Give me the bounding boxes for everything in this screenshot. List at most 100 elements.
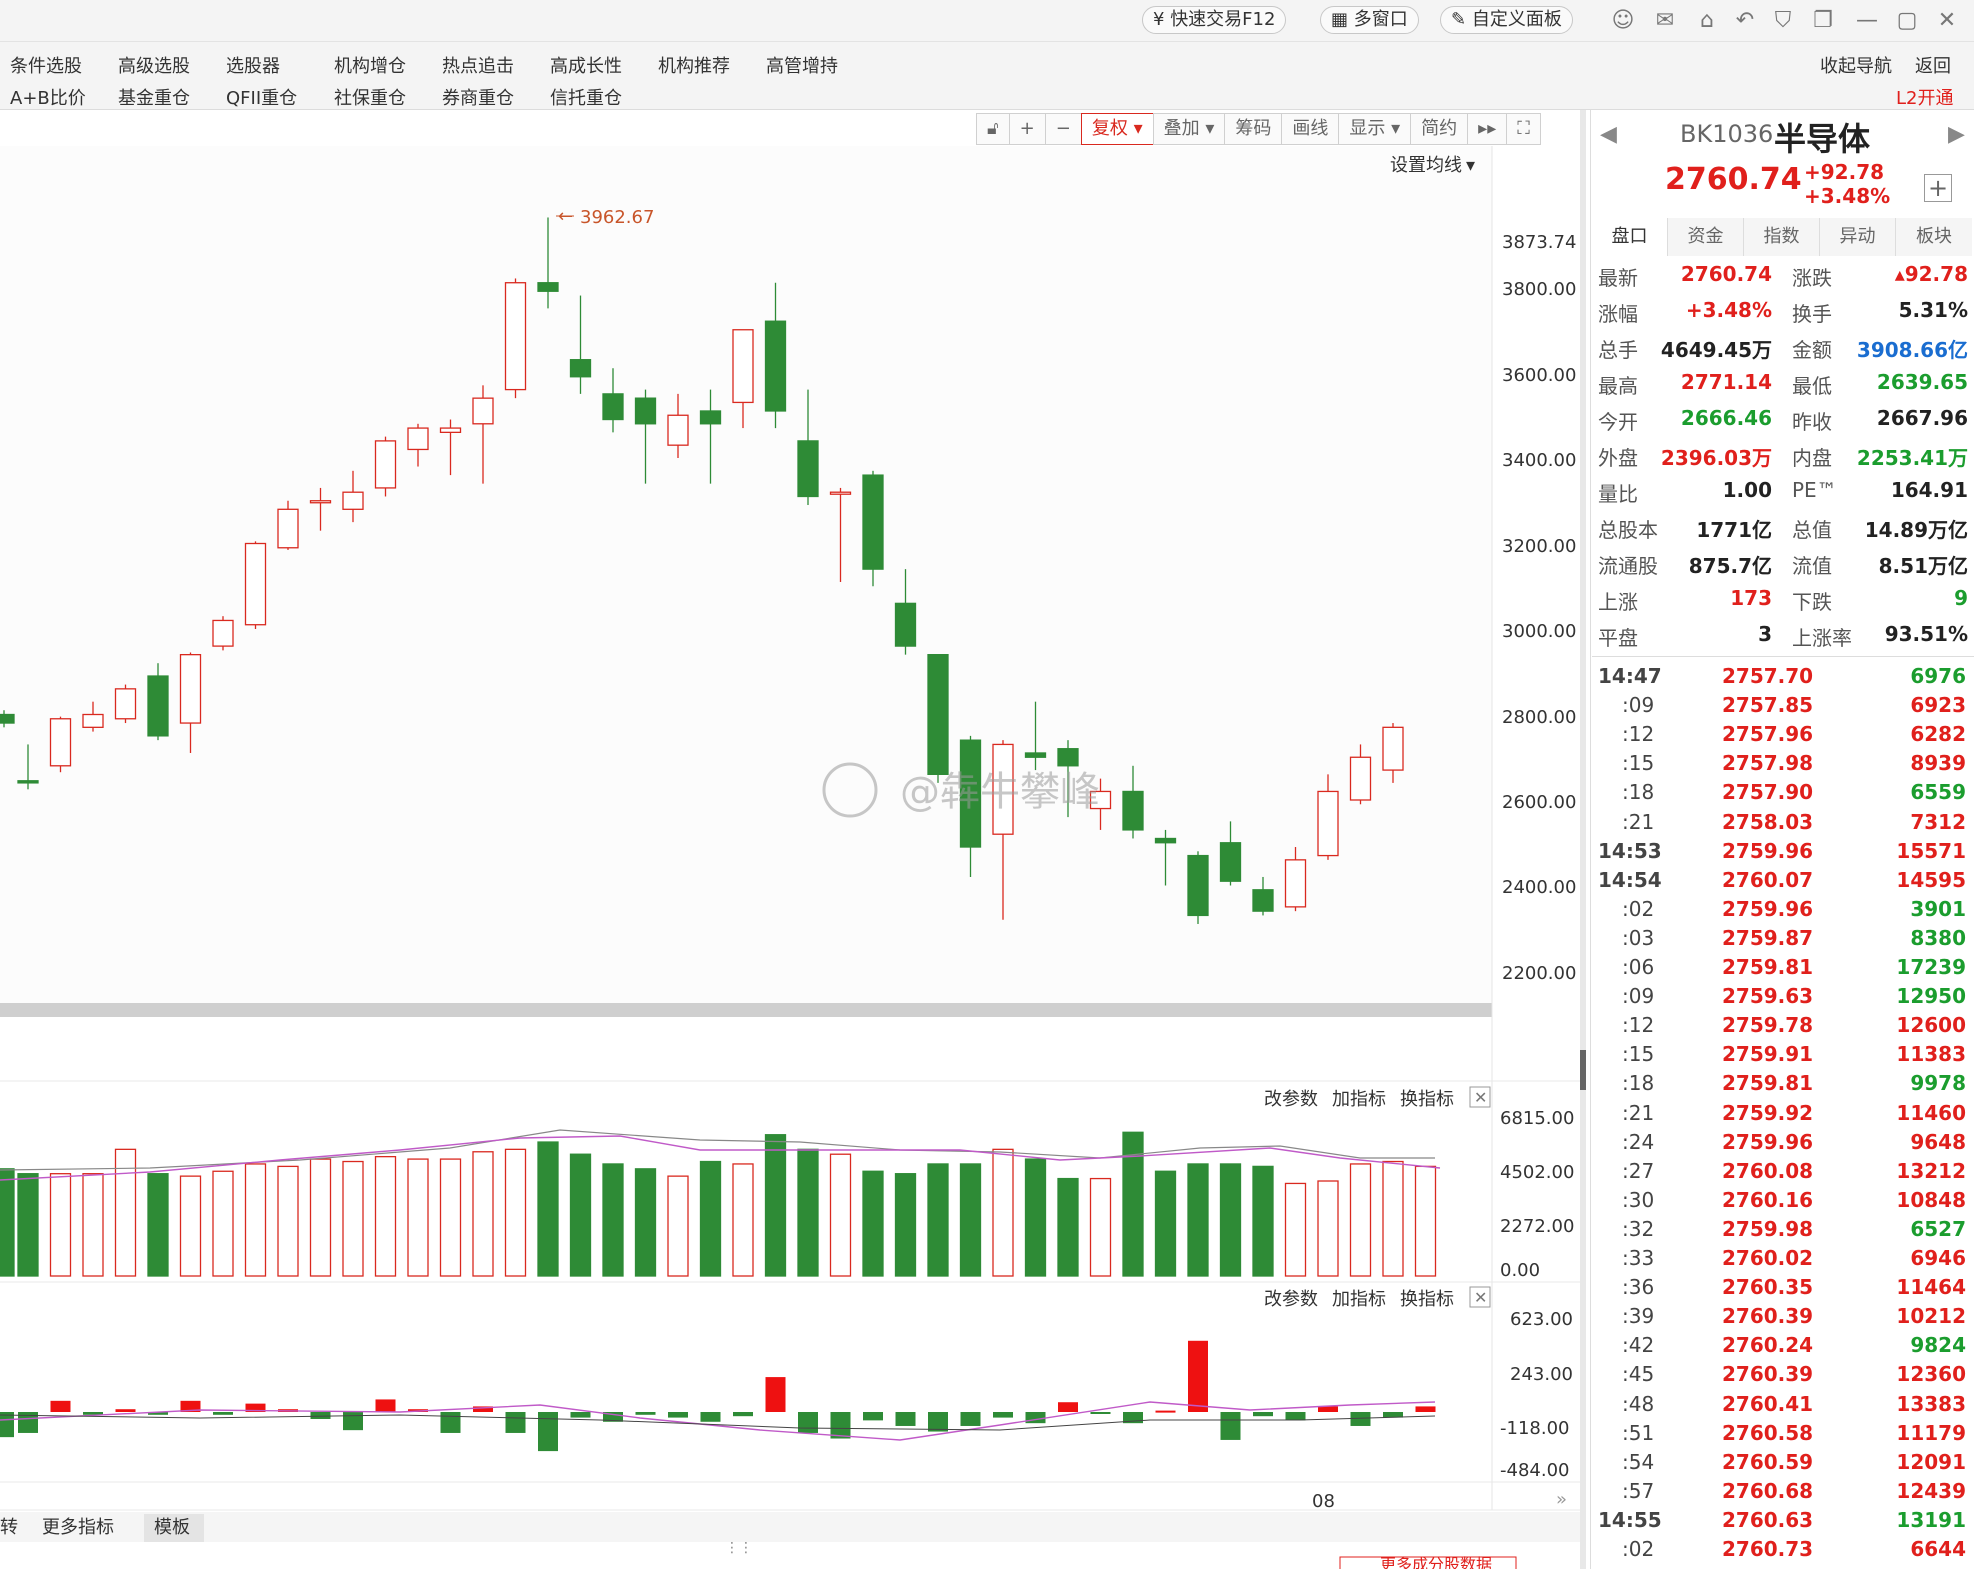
shirt-icon[interactable]: ⛉ bbox=[1768, 6, 1798, 36]
menu-item[interactable]: 信托重仓 bbox=[550, 84, 622, 110]
zoom-out-icon[interactable]: − bbox=[1044, 113, 1082, 145]
quote-row: 平盘 3 上涨率 93.51% bbox=[1598, 622, 1968, 658]
menu-item[interactable]: 高成长性 bbox=[550, 52, 622, 78]
candle bbox=[959, 735, 982, 877]
volume-bar bbox=[472, 1151, 494, 1277]
tab-index[interactable]: 指数 bbox=[1744, 218, 1820, 256]
menu-item[interactable]: 高级选股 bbox=[118, 52, 190, 78]
quote-row: 涨幅 +3.48% 换手 5.31% bbox=[1598, 298, 1968, 334]
tick-price: 2760.02 bbox=[1722, 1246, 1814, 1270]
ind-tick: 243.00 bbox=[1510, 1364, 1573, 1385]
maximize-icon[interactable]: ▢ bbox=[1892, 6, 1922, 36]
tick-time: :36 bbox=[1622, 1275, 1655, 1300]
home-icon[interactable]: ⌂ bbox=[1692, 6, 1722, 36]
ind-add-indicator[interactable]: 加指标 bbox=[1332, 1289, 1386, 1310]
volume-bar bbox=[894, 1173, 917, 1277]
collapse-arrow-icon[interactable] bbox=[1580, 1050, 1586, 1090]
fast-forward-icon[interactable]: ▸▸ bbox=[1467, 113, 1508, 145]
tab-funds[interactable]: 资金 bbox=[1668, 218, 1744, 256]
multi-window-button[interactable]: ▦ 多窗口 bbox=[1320, 6, 1419, 34]
tab-anomaly[interactable]: 异动 bbox=[1820, 218, 1896, 256]
template-tab-bg[interactable] bbox=[144, 1514, 204, 1542]
draw-line-button[interactable]: 画线 bbox=[1281, 113, 1340, 145]
ind-switch-indicator[interactable]: 换指标 bbox=[1400, 1289, 1454, 1310]
vol-add-indicator[interactable]: 加指标 bbox=[1332, 1089, 1386, 1110]
price-tick: 3200.00 bbox=[1502, 536, 1576, 557]
vol-switch-indicator[interactable]: 换指标 bbox=[1400, 1089, 1454, 1110]
indicator-bar bbox=[700, 1412, 721, 1422]
ind-close-icon[interactable] bbox=[1469, 1286, 1491, 1308]
menu-item[interactable]: QFII重仓 bbox=[226, 84, 297, 110]
next-stock-icon[interactable]: ▶ bbox=[1948, 122, 1965, 147]
current-price: 2760.74 bbox=[1665, 162, 1802, 197]
more-indicators-tab[interactable]: 更多指标 bbox=[42, 1517, 114, 1538]
tick-volume: 6644 bbox=[1910, 1537, 1966, 1561]
return-link[interactable]: 返回 bbox=[1915, 52, 1951, 78]
minimize-icon[interactable]: — bbox=[1852, 6, 1882, 36]
menu-item[interactable]: 券商重仓 bbox=[442, 84, 514, 110]
resize-grip-icon[interactable]: ⋮⋮ bbox=[725, 1540, 753, 1556]
menu-item[interactable]: 机构增仓 bbox=[334, 52, 406, 78]
volume-bar bbox=[992, 1148, 1014, 1277]
custom-panel-button[interactable]: ✎ 自定义面板 bbox=[1440, 6, 1573, 34]
simple-button[interactable]: 简约 bbox=[1410, 113, 1469, 145]
indicator-bar bbox=[83, 1412, 103, 1415]
scroll-right-icon[interactable]: » bbox=[1556, 1489, 1567, 1510]
menu-item[interactable]: A+B比价 bbox=[10, 84, 86, 110]
tick-price: 2760.39 bbox=[1722, 1362, 1814, 1387]
zoom-in-icon[interactable]: + bbox=[1008, 113, 1046, 145]
mail-icon[interactable]: ✉ bbox=[1650, 6, 1680, 36]
add-watchlist-icon[interactable]: + bbox=[1924, 174, 1952, 202]
set-ma-dropdown[interactable]: 设置均线 bbox=[1390, 155, 1462, 176]
indicator-bar bbox=[960, 1412, 981, 1426]
vol-close-icon[interactable] bbox=[1469, 1086, 1491, 1108]
indicator-bar bbox=[408, 1409, 428, 1412]
bottom-tab-partial[interactable]: 转 bbox=[0, 1517, 18, 1538]
vol-change-params[interactable]: 改参数 bbox=[1264, 1089, 1318, 1110]
close-icon[interactable]: ✕ bbox=[1932, 6, 1962, 36]
restore-icon[interactable]: ❐ bbox=[1808, 6, 1838, 36]
candle bbox=[1219, 821, 1242, 886]
tab-handicap[interactable]: 盘口 bbox=[1592, 218, 1668, 256]
panel-divider[interactable] bbox=[1580, 110, 1586, 1569]
menu-item[interactable]: 条件选股 bbox=[10, 52, 82, 78]
quick-trade-button[interactable]: ¥ 快速交易F12 bbox=[1142, 6, 1287, 34]
candle-body bbox=[602, 393, 624, 421]
volume-bar bbox=[374, 1155, 397, 1277]
menu-item[interactable]: 热点追击 bbox=[442, 52, 514, 78]
quote-value: 14.89万亿 bbox=[1864, 518, 1968, 542]
unlock-icon[interactable]: 🔓︎ bbox=[976, 113, 1010, 145]
quote-label: 最低 bbox=[1792, 374, 1832, 398]
menu-item[interactable]: 基金重仓 bbox=[118, 84, 190, 110]
quote-value: 173 bbox=[1730, 586, 1772, 610]
back-arrow-icon[interactable]: ↶ bbox=[1730, 6, 1760, 36]
more-components-button[interactable] bbox=[1339, 1556, 1517, 1569]
tab-sector[interactable]: 板块 bbox=[1896, 218, 1972, 256]
price-tick: 3400.00 bbox=[1502, 450, 1576, 471]
overlay-dropdown[interactable]: 叠加 ▾ bbox=[1152, 113, 1226, 145]
display-dropdown[interactable]: 显示 ▾ bbox=[1338, 113, 1412, 145]
menu-item[interactable]: 选股器 bbox=[226, 52, 280, 78]
chips-button[interactable]: 筹码 bbox=[1224, 113, 1283, 145]
l2-open-link[interactable]: L2开通 bbox=[1896, 84, 1953, 110]
user-icon[interactable]: ☺ bbox=[1608, 6, 1638, 36]
tick-price: 2760.58 bbox=[1722, 1420, 1814, 1445]
quote-value: 2396.03万 bbox=[1660, 446, 1772, 470]
chart-scrollbar[interactable] bbox=[0, 1003, 1492, 1017]
indicator-bar bbox=[375, 1399, 396, 1412]
indicator-bar bbox=[213, 1412, 233, 1415]
volume-bar bbox=[244, 1163, 267, 1277]
candle-body bbox=[309, 500, 332, 504]
fuquan-dropdown[interactable]: 复权 ▾ bbox=[1080, 113, 1154, 145]
tick-time: 14:54 bbox=[1598, 867, 1662, 892]
tick-volume: 13383 bbox=[1896, 1391, 1966, 1416]
ind-change-params[interactable]: 改参数 bbox=[1264, 1289, 1318, 1310]
menu-item[interactable]: 高管增持 bbox=[766, 52, 838, 78]
fullscreen-icon[interactable]: ⛶ bbox=[1506, 113, 1541, 145]
menu-item[interactable]: 机构推荐 bbox=[658, 52, 730, 78]
volume-bar bbox=[1057, 1177, 1079, 1277]
prev-stock-icon[interactable]: ◀ bbox=[1600, 122, 1617, 147]
collapse-nav-link[interactable]: 收起导航 bbox=[1820, 52, 1892, 78]
menu-item[interactable]: 社保重仓 bbox=[334, 84, 406, 110]
tick-row: :09 2757.85 6923 bbox=[1598, 693, 1968, 722]
